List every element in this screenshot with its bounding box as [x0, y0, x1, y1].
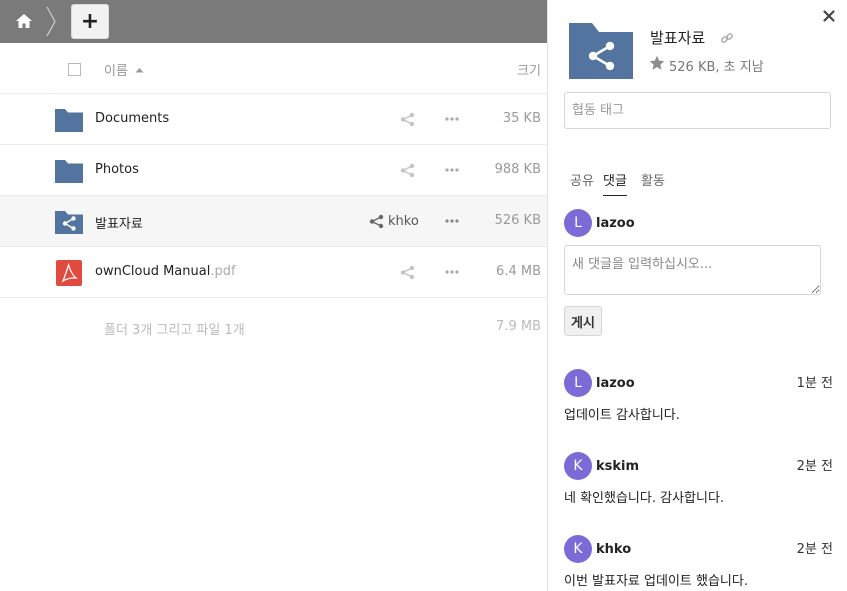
file-name[interactable]: 발표자료: [95, 213, 143, 232]
comment-author: lazoo: [596, 376, 635, 391]
file-size: 6.4 MB: [496, 264, 541, 279]
current-user-name: lazoo: [596, 216, 635, 231]
file-name[interactable]: Photos: [95, 162, 139, 177]
home-icon[interactable]: [14, 11, 34, 31]
details-title: 발표자료: [650, 29, 706, 47]
more-icon: [445, 219, 459, 223]
link-icon[interactable]: [720, 31, 734, 45]
file-size: 526 KB: [494, 213, 541, 228]
folder-icon: [55, 160, 83, 183]
star-icon[interactable]: [649, 55, 665, 71]
share-icon: [400, 265, 415, 279]
tab-activity[interactable]: 활동: [641, 170, 665, 189]
file-name[interactable]: ownCloud Manual.pdf: [95, 264, 236, 279]
comment-text: 업데이트 감사합니다.: [564, 408, 680, 423]
column-name-label: 이름: [104, 64, 128, 79]
folder-icon: [55, 109, 83, 132]
select-all-checkbox[interactable]: [68, 63, 81, 76]
summary-row: 폴더 3개 그리고 파일 1개 7.9 MB: [0, 298, 547, 349]
file-list-panel: + 이름 크기 Documents 35 KB Photos 988 KB 발표…: [0, 0, 547, 591]
share-owner: khko: [388, 213, 419, 229]
share-icon: [400, 163, 415, 177]
add-icon: +: [80, 8, 100, 34]
comment-text: 이번 발표자료 업데이트 했습니다.: [564, 574, 748, 589]
more-button[interactable]: [444, 160, 460, 180]
collaborative-tags-input[interactable]: [564, 92, 831, 129]
file-row[interactable]: Documents 35 KB: [0, 94, 547, 145]
share-icon: [369, 214, 384, 228]
file-size: 988 KB: [494, 162, 541, 177]
sort-asc-icon: [135, 67, 144, 72]
share-icon: [400, 112, 415, 126]
close-icon[interactable]: [822, 9, 836, 23]
comment-author: kskim: [596, 459, 640, 474]
pdf-icon: [56, 260, 82, 286]
comment-time: 2분 전: [796, 459, 833, 474]
more-button[interactable]: [444, 262, 460, 282]
avatar: K: [564, 535, 592, 563]
shared-folder-icon: [55, 211, 83, 234]
file-row[interactable]: ownCloud Manual.pdf 6.4 MB: [0, 247, 547, 298]
avatar: L: [564, 369, 592, 397]
file-name[interactable]: Documents: [95, 111, 169, 126]
comment-time: 1분 전: [796, 376, 833, 391]
shared-folder-icon: [569, 23, 633, 79]
share-button[interactable]: [400, 262, 415, 282]
more-button[interactable]: [444, 211, 460, 231]
file-row[interactable]: Photos 988 KB: [0, 145, 547, 196]
file-list-header: 이름 크기: [0, 43, 547, 94]
post-comment-button[interactable]: 게시: [564, 306, 602, 336]
share-button[interactable]: khko: [369, 211, 419, 231]
breadcrumb-separator-icon: [46, 6, 56, 37]
tab-comments[interactable]: 댓글: [603, 170, 627, 196]
tab-sharing[interactable]: 공유: [570, 170, 594, 189]
comment-time: 2분 전: [796, 542, 833, 557]
share-button[interactable]: [400, 160, 415, 180]
details-meta: 526 KB, 초 지남: [669, 60, 764, 75]
more-icon: [445, 168, 459, 172]
top-bar: +: [0, 0, 547, 43]
more-icon: [445, 117, 459, 121]
column-name-header[interactable]: 이름: [104, 60, 144, 79]
comment-author: khko: [596, 542, 632, 557]
new-comment-input[interactable]: [564, 245, 821, 295]
avatar: L: [564, 209, 592, 237]
summary-text: 폴더 3개 그리고 파일 1개: [104, 323, 245, 338]
more-icon: [445, 270, 459, 274]
file-extension: .pdf: [210, 264, 236, 279]
share-button[interactable]: [400, 109, 415, 129]
comment-text: 네 확인했습니다. 감사합니다.: [564, 491, 725, 506]
file-size: 35 KB: [502, 111, 541, 126]
more-button[interactable]: [444, 109, 460, 129]
file-row-selected[interactable]: 발표자료 khko 526 KB: [0, 196, 547, 247]
column-size-header[interactable]: 크기: [517, 60, 541, 79]
summary-size: 7.9 MB: [496, 319, 541, 334]
details-sidebar: 발표자료 526 KB, 초 지남 공유 댓글 활동 L lazoo 게시 L …: [547, 0, 847, 591]
add-button[interactable]: +: [71, 4, 109, 39]
avatar: K: [564, 452, 592, 480]
